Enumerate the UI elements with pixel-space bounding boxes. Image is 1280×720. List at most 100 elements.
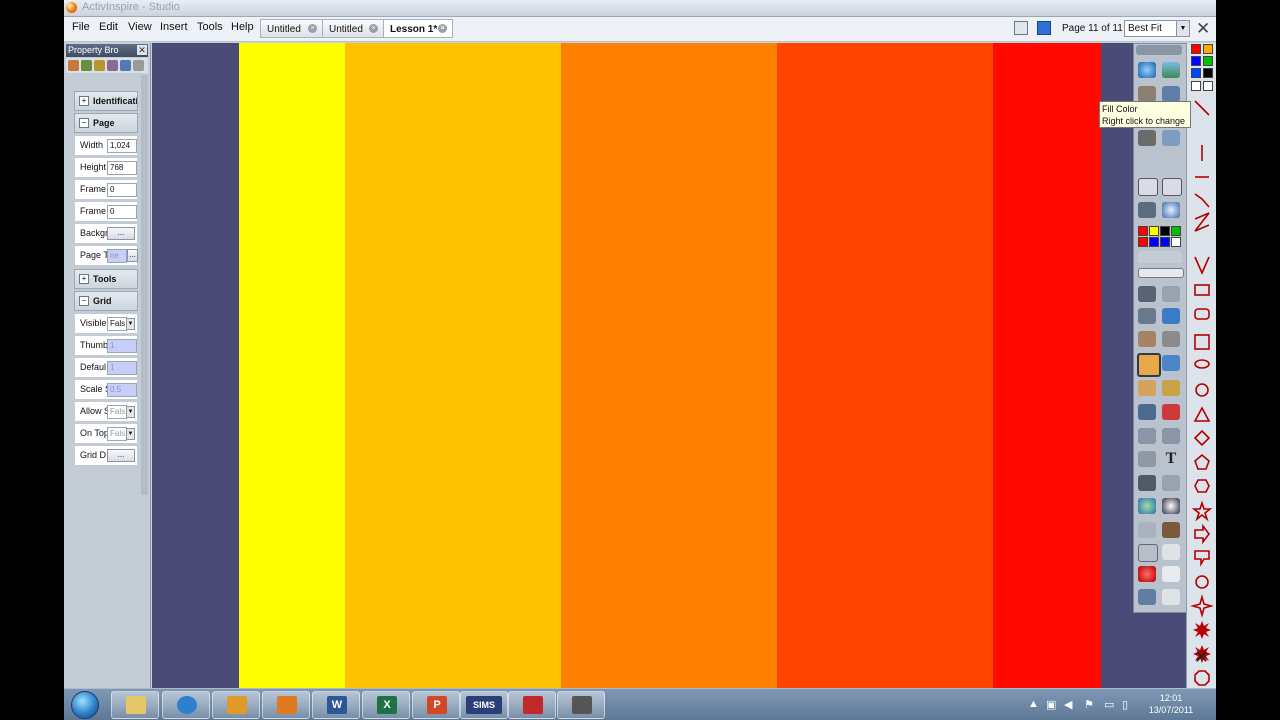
browser-icon[interactable]	[81, 60, 92, 71]
page-back-icon[interactable]	[1162, 178, 1182, 196]
gallery-icon[interactable]	[1162, 130, 1180, 146]
color-swatch[interactable]	[1191, 44, 1201, 54]
close-icon[interactable]: ✕	[137, 45, 147, 55]
prop-value[interactable]: 1	[107, 361, 137, 375]
fill-color-icon[interactable]	[1191, 81, 1201, 91]
section-identification[interactable]: + Identificatio	[74, 91, 138, 111]
browser-icon[interactable]	[94, 60, 105, 71]
clock-icon[interactable]	[1162, 498, 1180, 514]
prop-value[interactable]: 768	[107, 161, 137, 175]
taskbar-explorer[interactable]	[111, 691, 159, 719]
highlighter-icon[interactable]	[1138, 308, 1156, 324]
menu-view[interactable]: View	[128, 21, 152, 33]
tab-untitled-1[interactable]: Untitled ×	[260, 19, 323, 38]
expand-icon[interactable]: +	[79, 96, 89, 106]
page-forward-icon[interactable]	[1138, 178, 1158, 196]
color-swatch[interactable]	[1203, 56, 1213, 66]
keyboard-icon[interactable]	[1162, 544, 1180, 560]
select-icon[interactable]	[1138, 286, 1156, 302]
color-swatch[interactable]	[1138, 237, 1148, 247]
browser-icon[interactable]	[133, 60, 144, 71]
browser-icon[interactable]	[68, 60, 79, 71]
color-swatch[interactable]	[1171, 237, 1181, 247]
page-layout-icon[interactable]	[1014, 21, 1028, 35]
menu-help[interactable]: Help	[231, 21, 254, 33]
flag-icon[interactable]: ⚑	[1084, 698, 1094, 711]
color-stripe[interactable]	[239, 43, 345, 688]
resource-library-icon[interactable]	[1162, 62, 1180, 78]
undo-icon[interactable]	[1138, 428, 1156, 444]
marker-icon[interactable]	[1162, 308, 1180, 324]
redo-icon[interactable]	[1162, 428, 1180, 444]
web-icon[interactable]	[1162, 202, 1180, 218]
taskbar-word[interactable]: W	[312, 691, 360, 719]
browser-icon[interactable]	[1162, 86, 1180, 102]
monitor-icon[interactable]: ▭	[1104, 698, 1114, 711]
device-icon[interactable]: ▯	[1122, 698, 1128, 711]
section-grid[interactable]: − Grid	[74, 291, 138, 311]
eraser-icon[interactable]	[1138, 331, 1156, 347]
hand-icon[interactable]	[1138, 522, 1156, 538]
connector-icon[interactable]	[1162, 355, 1180, 371]
menu-edit[interactable]: Edit	[99, 21, 118, 33]
revealer-icon[interactable]	[1138, 475, 1156, 491]
close-icon[interactable]: ✕	[1194, 648, 1209, 666]
print-icon[interactable]	[1162, 566, 1180, 582]
camera-icon[interactable]	[1138, 130, 1156, 146]
collapse-icon[interactable]: −	[79, 296, 89, 306]
reset-icon[interactable]	[1162, 404, 1180, 420]
browse-button[interactable]: ...	[107, 449, 135, 462]
page-browser-icon[interactable]	[1037, 21, 1051, 35]
taskbar-outlook[interactable]	[212, 691, 260, 719]
taskbar-pdf[interactable]	[508, 691, 556, 719]
taskbar-media[interactable]	[262, 691, 310, 719]
width-slider[interactable]	[1138, 268, 1184, 278]
text-tool-icon[interactable]: T	[1162, 451, 1180, 467]
browse-button[interactable]: ...	[107, 227, 135, 240]
menu-file[interactable]: File	[72, 21, 90, 33]
color-swatch[interactable]	[1203, 68, 1213, 78]
close-icon[interactable]: ✕	[1196, 20, 1210, 37]
color-swatch[interactable]	[1203, 44, 1213, 54]
chevron-down-icon[interactable]: ▼	[1176, 21, 1189, 36]
clear-icon[interactable]	[1138, 404, 1156, 420]
pen-icon[interactable]	[1162, 286, 1180, 302]
color-stripe[interactable]	[777, 43, 993, 688]
prop-value[interactable]: 0	[107, 183, 137, 197]
color-swatch[interactable]	[1160, 237, 1170, 247]
dual-user-icon[interactable]	[1138, 589, 1156, 605]
grid-icon[interactable]	[1138, 544, 1158, 562]
outline-color-icon[interactable]	[1203, 81, 1213, 91]
color-stripe[interactable]	[345, 43, 561, 688]
prop-value[interactable]: ne	[107, 249, 127, 263]
playback-icon[interactable]	[1138, 202, 1156, 218]
menu-tools[interactable]: Tools	[197, 21, 223, 33]
tab-untitled-2[interactable]: Untitled ×	[322, 19, 384, 38]
tab-lesson-1[interactable]: Lesson 1* ×	[383, 19, 453, 38]
prop-value[interactable]: Fals	[107, 317, 127, 331]
toolbox-header[interactable]	[1136, 45, 1182, 55]
menu-insert[interactable]: Insert	[160, 21, 188, 33]
browser-icon[interactable]	[107, 60, 118, 71]
chevron-down-icon[interactable]: ▼	[126, 428, 135, 440]
collapse-icon[interactable]: −	[79, 118, 89, 128]
fill-icon[interactable]	[1162, 331, 1180, 347]
zoom-select[interactable]: Best Fit ▼	[1124, 20, 1190, 37]
chevron-down-icon[interactable]: ▼	[126, 318, 135, 330]
spotlight-icon[interactable]	[1162, 522, 1180, 538]
taskbar-powerpoint[interactable]: P	[412, 691, 460, 719]
flipchart-workarea[interactable]	[152, 43, 1195, 688]
close-tab-icon[interactable]: ×	[308, 24, 317, 33]
chevron-down-icon[interactable]: ▼	[126, 406, 135, 418]
page-icon[interactable]	[1138, 86, 1156, 102]
close-tab-icon[interactable]: ×	[438, 24, 447, 33]
globe-icon[interactable]	[1138, 498, 1156, 514]
volume-icon[interactable]: ◀	[1064, 698, 1072, 711]
text-icon[interactable]	[1138, 380, 1156, 396]
section-page[interactable]: − Page	[74, 113, 138, 133]
magic-ink-icon[interactable]	[1162, 380, 1180, 396]
prop-value[interactable]: Fals	[107, 427, 127, 441]
color-stripe[interactable]	[561, 43, 777, 688]
delete-icon[interactable]	[1138, 566, 1156, 582]
globe-icon[interactable]	[1138, 62, 1156, 78]
